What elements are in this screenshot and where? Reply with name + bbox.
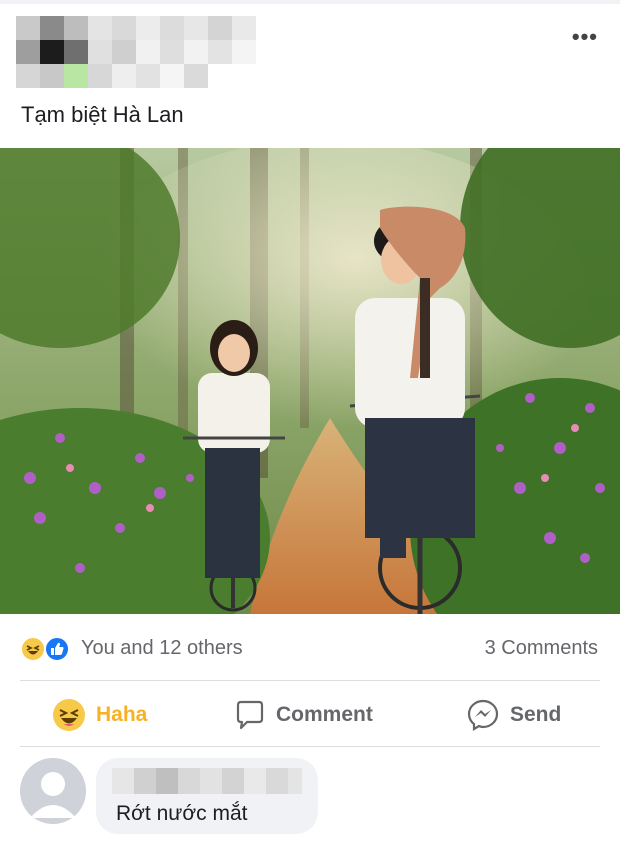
comment-item: Rớt nước mắt xyxy=(0,752,620,846)
haha-face-icon xyxy=(53,699,85,731)
avatar[interactable] xyxy=(20,758,86,824)
haha-icon xyxy=(20,636,46,662)
reactions-summary-text[interactable]: You and 12 others xyxy=(81,637,243,660)
comment-text: Rớt nước mắt xyxy=(116,802,248,825)
top-divider xyxy=(0,0,620,4)
reactions-summary-row[interactable]: You and 12 others 3 Comments xyxy=(0,628,620,668)
send-button[interactable]: Send xyxy=(466,686,561,744)
comments-count-link[interactable]: 3 Comments xyxy=(485,637,598,660)
comment-label: Comment xyxy=(276,703,373,726)
haha-reaction-button[interactable]: Haha xyxy=(52,686,147,744)
default-avatar-icon xyxy=(20,758,86,824)
comment-icon xyxy=(236,700,264,730)
movie-still-image xyxy=(0,148,620,614)
comment-bubble[interactable]: Rớt nước mắt xyxy=(96,758,318,834)
more-options-icon[interactable]: ••• xyxy=(572,26,598,48)
divider-top xyxy=(20,680,600,681)
send-label: Send xyxy=(510,703,562,726)
post-text: Tạm biệt Hà Lan xyxy=(21,102,184,127)
reaction-icons xyxy=(20,636,76,662)
like-icon xyxy=(44,636,70,662)
divider-bottom xyxy=(20,746,600,747)
haha-label: Haha xyxy=(96,703,148,726)
blurred-commenter-name xyxy=(112,768,302,794)
comment-button[interactable]: Comment xyxy=(234,686,373,744)
messenger-icon xyxy=(467,699,499,731)
post-photo[interactable] xyxy=(0,148,620,614)
post-actions-bar: Haha Comment Send xyxy=(0,686,620,744)
blurred-profile-header xyxy=(16,16,268,90)
